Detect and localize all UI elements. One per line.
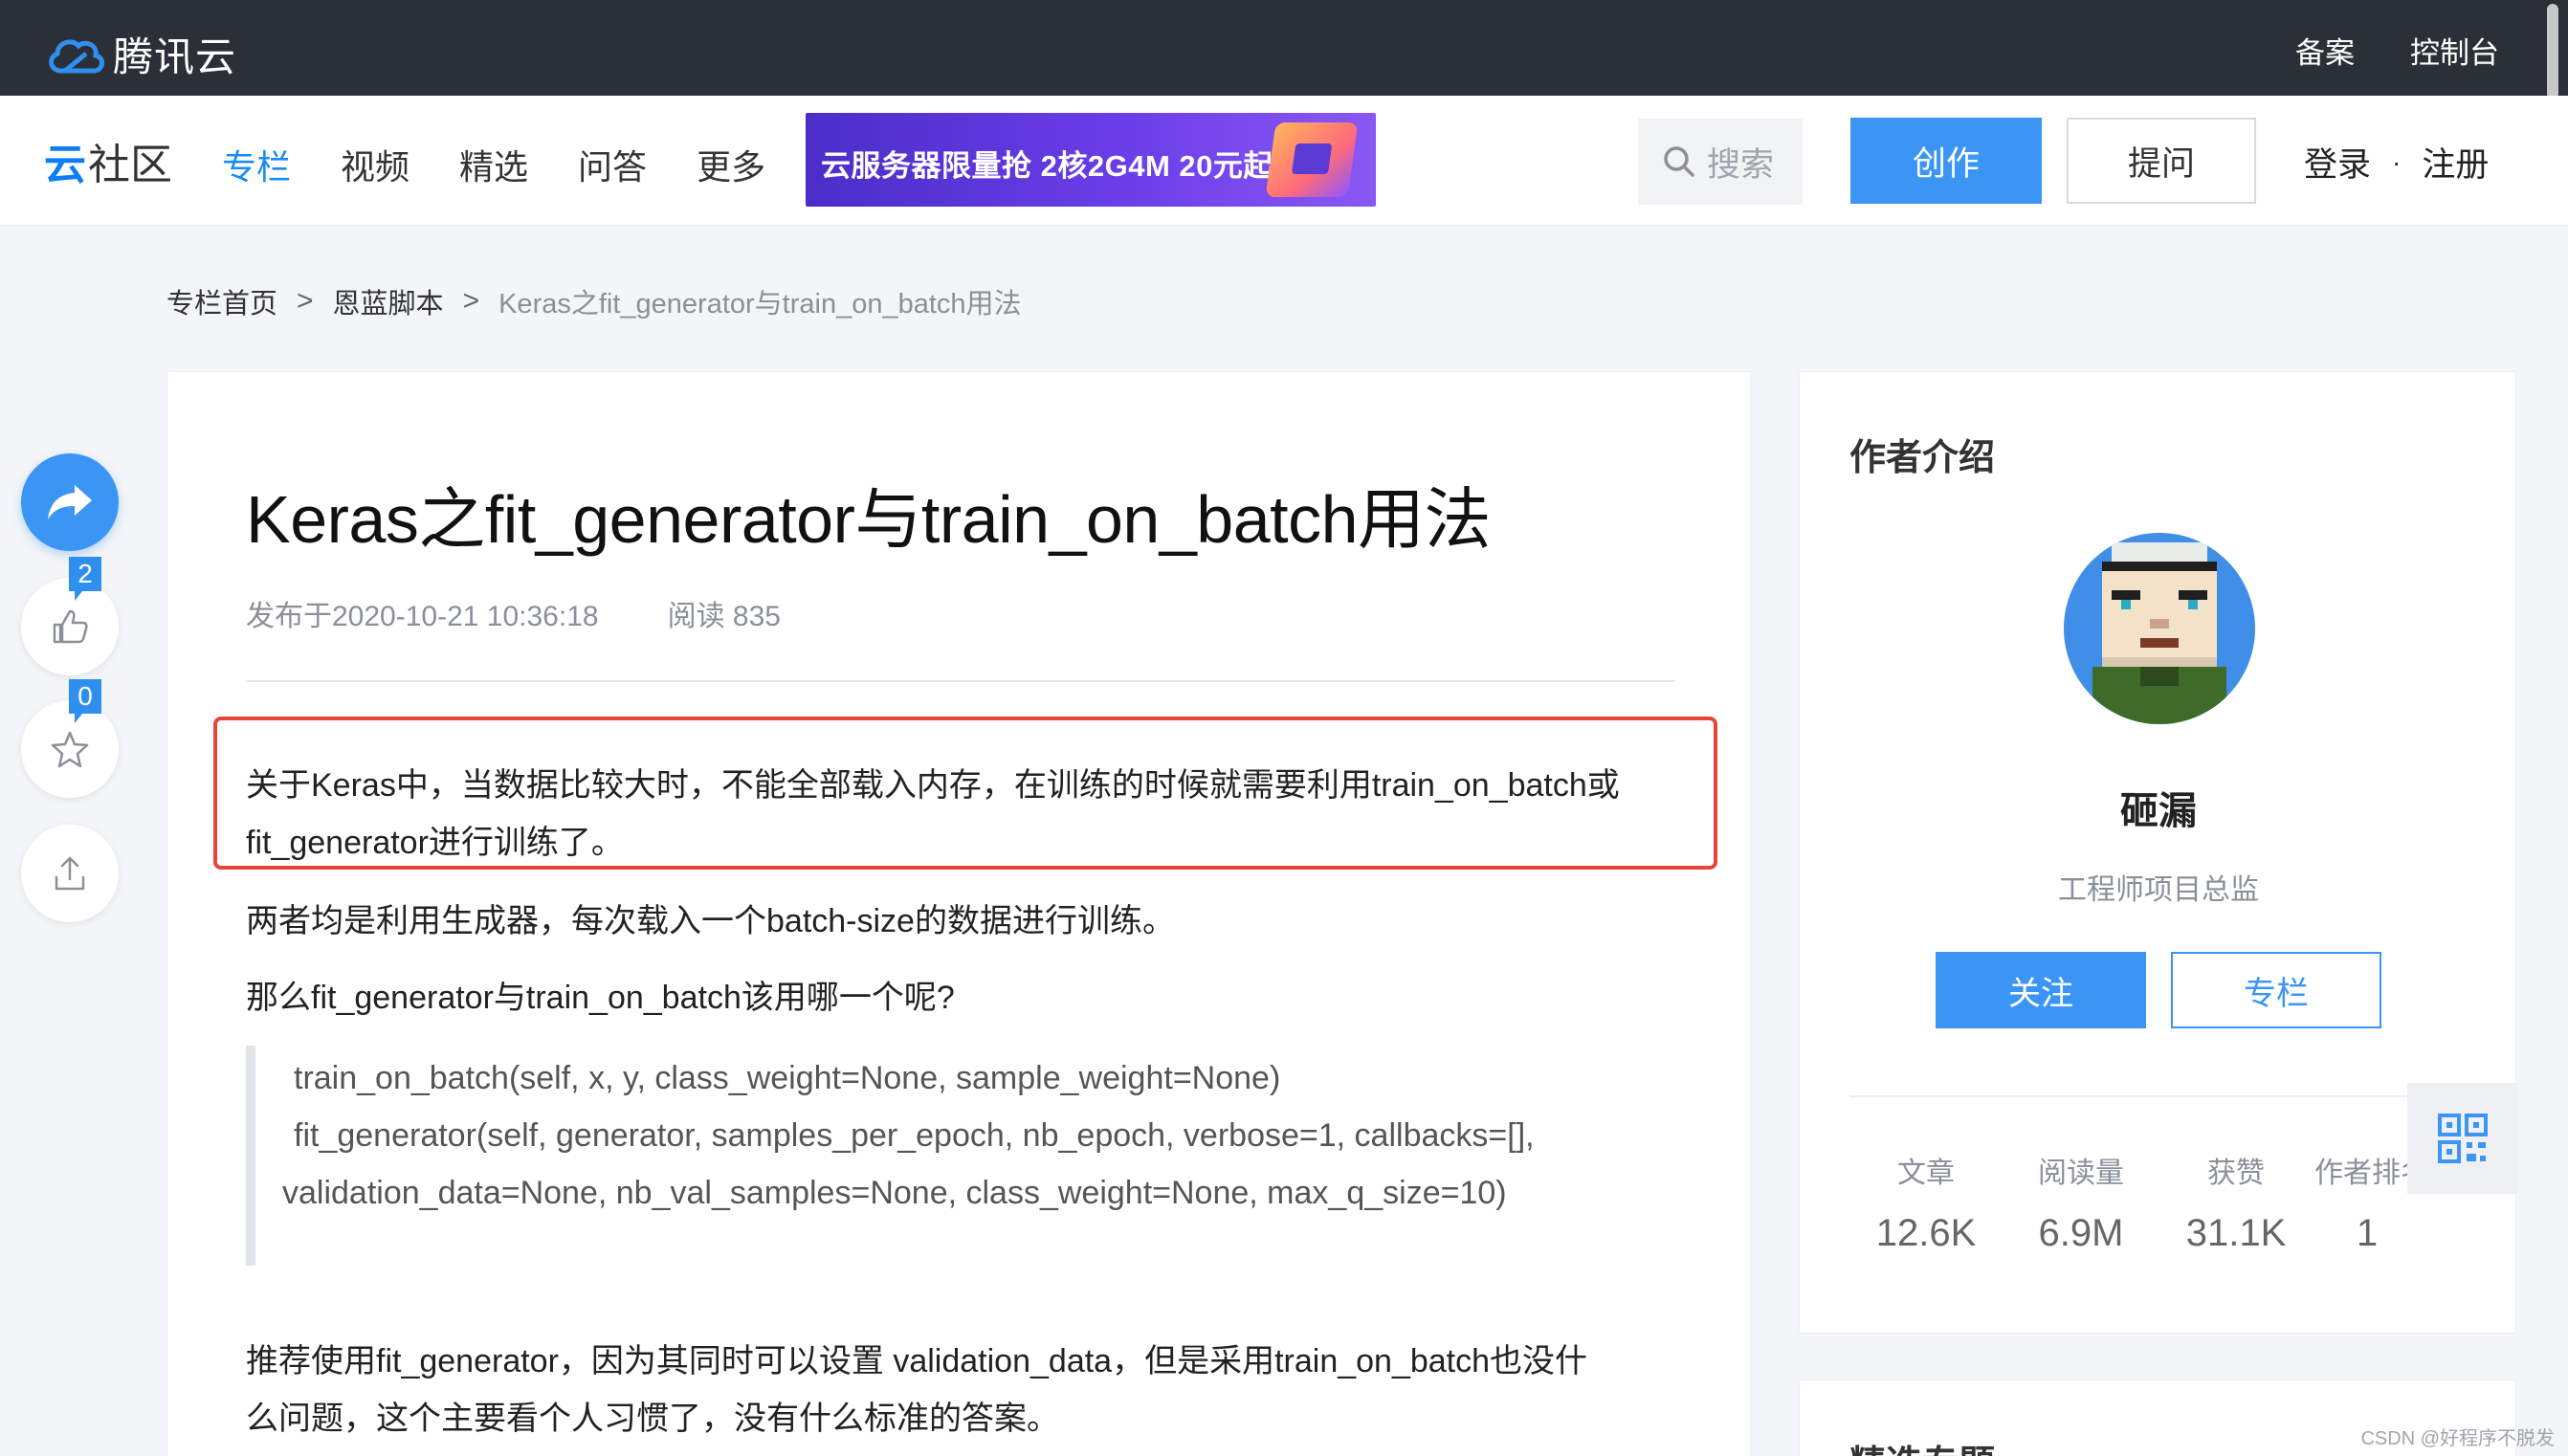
author-card-heading: 作者介绍 [1849,438,1996,478]
paragraph-question: 那么fit_generator与train_on_batch该用哪一个呢? [246,980,955,1016]
search-icon [1664,146,1694,177]
share-button[interactable] [21,453,119,551]
nav-link-featured[interactable]: 精选 [459,140,528,189]
nav-link-video[interactable]: 视频 [341,140,410,189]
article-card: Keras之fit_generator与train_on_batch用法 发布于… [166,371,1751,1456]
column-button[interactable]: 专栏 [2171,952,2381,1028]
article-title: Keras之fit_generator与train_on_batch用法 [246,482,1492,557]
login-link[interactable]: 登录 [2304,138,2371,187]
watermark: CSDN @好程序不脱发 [2360,1428,2555,1449]
cloud-logo-icon [49,38,104,73]
thumbs-up-icon [53,609,88,644]
favorite-count-badge: 0 [69,679,101,723]
nav-bar: 云 社区 专栏 视频 精选 问答 更多 云服务器限量抢 2核2G4M 20元起 … [0,96,2568,226]
qr-code-icon [2438,1114,2488,1163]
window-scrollbar[interactable] [2547,4,2558,99]
search-box[interactable]: 搜索 [1638,119,1803,205]
author-title: 工程师项目总监 [2058,874,2259,906]
stat-value: 1 [2356,1212,2379,1254]
qr-code-button[interactable] [2407,1083,2518,1194]
cloud-plus-icon: 云 [44,142,86,188]
stat-reads: 阅读量 6.9M [2004,1149,2158,1255]
code-line: train_on_batch(self, x, y, class_weight=… [294,1060,1281,1096]
code-line: validation_data=None, nb_val_samples=Non… [282,1175,1507,1211]
paragraph-line: 关于Keras中，当数据比较大时，不能全部载入内存，在训练的时候就需要利用tra… [246,767,1620,804]
top-bar: 腾讯云 备案 控制台 [0,0,2568,99]
paragraph-intro: 关于Keras中，当数据比较大时，不能全部载入内存，在训练的时候就需要利用tra… [246,757,1681,871]
promo-text: 云服务器限量抢 2核2G4M 20元起 [821,149,1273,183]
server-chip-icon [1265,122,1359,197]
stat-rank: 作者排名 1 [2314,1149,2420,1255]
breadcrumb-author-column[interactable]: 恩蓝脚本 [333,281,444,321]
upload-icon [55,856,85,891]
pixel-avatar-image [2064,533,2255,724]
like-button[interactable]: 2 [21,557,119,675]
promo-banner[interactable]: 云服务器限量抢 2核2G4M 20元起 [806,113,1376,207]
export-button[interactable] [21,825,119,922]
nav-link-more[interactable]: 更多 [697,140,765,189]
like-count-badge: 2 [69,557,101,601]
auth-separator: · [2392,146,2402,177]
ask-question-button[interactable]: 提问 [2067,118,2256,204]
stat-value: 31.1K [2185,1212,2287,1254]
featured-topics-heading: 精选专题 [1849,1434,1995,1456]
chevron-right-icon: > [462,285,480,317]
stat-label: 获赞 [2207,1158,2265,1189]
chevron-right-icon: > [297,285,314,317]
avatar[interactable] [2064,533,2255,724]
register-link[interactable]: 注册 [2422,138,2489,187]
stat-label: 文章 [1897,1158,1955,1189]
stat-likes: 获赞 31.1K [2159,1149,2313,1255]
paragraph-line: fit_generator进行训练了。 [246,825,624,861]
nav-link-qa[interactable]: 问答 [578,140,647,189]
stats-divider [1849,1095,2468,1097]
favorite-button[interactable]: 0 [21,679,119,798]
read-count: 阅读 835 [667,601,781,632]
stat-label: 阅读量 [2038,1158,2124,1189]
community-logo[interactable]: 云 社区 [44,130,172,191]
title-divider [246,680,1675,682]
code-blockquote: train_on_batch(self, x, y, class_weight=… [246,1046,1681,1266]
brand-name: 腾讯云 [113,34,237,79]
paragraph-recommendation: 推荐使用fit_generator，因为其同时可以设置 validation_d… [246,1333,1681,1447]
article-meta: 发布于2020-10-21 10:36:18 阅读 835 [246,592,781,634]
breadcrumb-current: Keras之fit_generator与train_on_batch用法 [498,289,1022,320]
code-line: fit_generator(self, generator, samples_p… [294,1117,1535,1154]
breadcrumb: 专栏首页 > 恩蓝脚本 > Keras之fit_generator与train_… [166,281,1022,321]
tencent-cloud-logo[interactable]: 腾讯云 [44,25,236,83]
paragraph-generator: 两者均是利用生成器，每次载入一个batch-size的数据进行训练。 [246,903,1175,939]
paragraph-line: 么问题，这个主要看个人习惯了，没有什么标准的答案。 [246,1401,1059,1437]
stat-value: 6.9M [2038,1212,2124,1254]
search-placeholder: 搜索 [1707,145,1775,184]
breadcrumb-column-home[interactable]: 专栏首页 [166,281,277,321]
community-logo-text: 社区 [88,142,172,188]
stat-label: 作者排名 [2314,1158,2420,1189]
nav-link-column[interactable]: 专栏 [222,140,291,189]
publish-date: 发布于2020-10-21 10:36:18 [246,601,599,632]
stat-articles: 文章 12.6K [1849,1149,2003,1255]
topbar-link-console[interactable]: 控制台 [2410,29,2499,72]
share-arrow-icon [48,485,92,519]
paragraph-line: 推荐使用fit_generator，因为其同时可以设置 validation_d… [246,1343,1588,1379]
stat-value: 12.6K [1875,1212,1977,1254]
create-button[interactable]: 创作 [1850,118,2042,204]
follow-button[interactable]: 关注 [1936,952,2146,1028]
star-icon [51,731,89,768]
topbar-link-filing[interactable]: 备案 [2295,29,2355,72]
author-name[interactable]: 砸漏 [1800,780,2517,835]
